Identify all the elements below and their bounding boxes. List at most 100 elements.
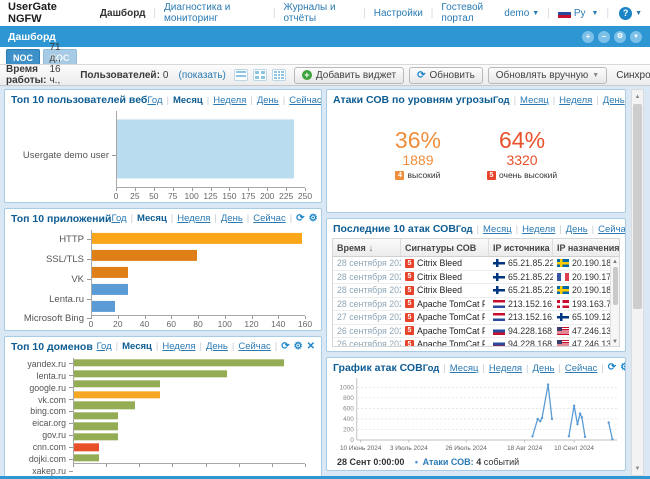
nav-settings[interactable]: Настройки [374,8,423,19]
period-link[interactable]: День [603,95,625,106]
period-link[interactable]: Сейчас [565,363,597,374]
period-link[interactable]: Год [456,224,473,235]
period-link[interactable]: Год [493,95,510,106]
users-label: Пользователей: [80,69,160,81]
period-link[interactable]: День [566,224,588,235]
table-row[interactable]: 27 сентября 202…5Apache TomCat Path Trav… [333,311,610,325]
cell-source-ip: 213.152.161.69 [489,298,553,311]
series-value: 4 [476,457,482,467]
axis-tick-label: 140 [271,318,286,329]
list-view-icon[interactable] [233,69,248,81]
grid-3col-view-icon[interactable] [271,69,286,81]
collapse-icon[interactable]: − [598,30,610,43]
period-link[interactable]: Месяц [122,341,152,352]
period-link[interactable]: День [206,341,228,352]
table-row[interactable]: 28 сентября 202…5Citrix Bleed65.21.85.22… [333,284,610,298]
period-link[interactable]: Месяц [520,95,549,106]
tab-noc[interactable]: NOC [6,49,40,64]
layout-switcher [233,69,286,81]
tooltip-time: 28 Сент 0:00:00 [337,457,405,467]
axis-tick-label: 175 [241,190,256,201]
scroll-up-icon[interactable]: ▲ [611,257,619,266]
cell-destination-ip: 193.163.77.16 [553,298,610,311]
column-header[interactable]: IP назначения [553,239,619,256]
cell-source-ip: 94.228.168.84 [489,325,553,338]
table-row[interactable]: 28 сентября 202…5Citrix Bleed65.21.85.22… [333,257,610,271]
period-link[interactable]: Месяц [173,95,203,106]
gear-icon[interactable]: ⚙ [614,30,626,43]
refresh-button[interactable]: ⟳ Обновить [409,66,483,84]
stat-very-high: 64% 3320 5 очень высокий [486,127,557,180]
period-link[interactable]: Год [423,363,440,374]
nav-guest-portal[interactable]: Гостевой портал [441,2,504,24]
period-link[interactable]: Неделя [489,363,522,374]
column-header[interactable]: Сигнатуры СОВ [401,239,489,256]
period-link[interactable]: Сейчас [238,341,270,352]
show-users-link[interactable]: (показать) [178,70,225,81]
widget-controls: Год|Месяц|Неделя|День|Сейчас|⟳⚙✕ [493,95,625,106]
refresh-mode-dropdown[interactable]: Обновлять вручную ▼ [487,66,608,84]
period-link[interactable]: Неделя [559,95,592,106]
nav-logs-reports[interactable]: Журналы и отчёты [284,2,356,24]
period-link[interactable]: Неделя [522,224,555,235]
grid-2col-view-icon[interactable] [252,69,267,81]
table-row[interactable]: 28 сентября 202…5Citrix Bleed65.21.85.22… [333,271,610,284]
column-header[interactable]: Время ↓ [333,239,401,256]
period-link[interactable]: Месяц [137,213,167,224]
bar-label: bing.com [11,406,73,418]
scroll-down-icon[interactable]: ▼ [630,30,642,43]
fi-flag-icon [493,286,505,295]
refresh-icon[interactable]: ⟳ [608,363,616,373]
scrollbar-thumb[interactable] [612,267,618,305]
widget-header: График атак СОВ Год | Месяц | Неделя | День | Се… [327,358,625,376]
period-link[interactable]: Год [97,341,112,352]
help-menu[interactable]: ? ▼ [617,6,642,20]
refresh-icon[interactable]: ⟳ [281,341,289,352]
period-link[interactable]: Сейчас [598,224,625,235]
period-link[interactable]: Год [111,213,126,224]
gear-icon[interactable]: ⚙ [309,213,318,224]
widget-header: Топ 10 приложений Год | Месяц | Неделя | День |… [5,209,321,227]
column-label: IP источника [493,242,550,253]
table-row[interactable]: 26 сентября 202…5Apache TomCat Path Trav… [333,325,610,338]
gear-icon[interactable]: ⚙ [294,341,303,352]
widget-header: Атаки СОВ по уровням угрозы Год | Месяц | Не… [327,90,625,108]
bar [74,433,119,441]
close-icon[interactable]: ✕ [307,341,315,352]
period-link[interactable]: Неделя [213,95,246,106]
page-scrollbar[interactable]: ▲ ▼ [631,89,644,476]
severity-badge: 5 [405,258,414,268]
add-tab-icon[interactable]: + [582,30,594,43]
axis-tick-label: 60 [166,318,176,329]
period-link[interactable]: День [221,213,243,224]
scroll-down-icon[interactable]: ▼ [632,462,643,475]
period-link[interactable]: Год [147,95,162,106]
period-link[interactable]: Неделя [177,213,210,224]
refresh-icon[interactable]: ⟳ [296,213,304,224]
column-header[interactable]: IP источника [489,239,553,256]
table-row[interactable]: 28 сентября 202…5Apache TomCat Path Trav… [333,298,610,311]
period-link[interactable]: Месяц [483,224,512,235]
cell-time: 28 сентября 202… [337,271,401,282]
user-menu[interactable]: demo ▼ [504,8,539,19]
period-link[interactable]: Сейчас [289,95,321,106]
axis-tick-label: 100 [184,190,199,201]
scroll-down-icon[interactable]: ▼ [611,337,619,346]
bar-label: vk.com [11,394,73,406]
period-link[interactable]: День [257,95,279,106]
gear-icon[interactable]: ⚙ [620,363,625,373]
table-row[interactable]: 26 сентября 202…5Apache TomCat Path Trav… [333,338,610,346]
nav-dashboard[interactable]: Дашборд [100,8,146,19]
period-link[interactable]: Неделя [162,341,195,352]
nav-diagnostics[interactable]: Диагностика и мониторинг [164,2,265,24]
table-scrollbar[interactable]: ▲ ▼ [610,257,619,346]
add-widget-button[interactable]: + Добавить виджет [293,66,405,84]
scroll-up-icon[interactable]: ▲ [632,90,643,103]
scrollbar-thumb[interactable] [633,104,642,309]
chart-category-labels: HTTP SSL/TLS VK Lenta.ru Microsoft Bing [11,230,91,329]
widget-controls: Год|Месяц|Неделя|День|Сейчас|⟳⚙✕ [97,341,315,352]
period-link[interactable]: Сейчас [253,213,285,224]
period-link[interactable]: Месяц [450,363,479,374]
period-link[interactable]: День [533,363,555,374]
language-menu[interactable]: Ру ▼ [557,8,598,19]
